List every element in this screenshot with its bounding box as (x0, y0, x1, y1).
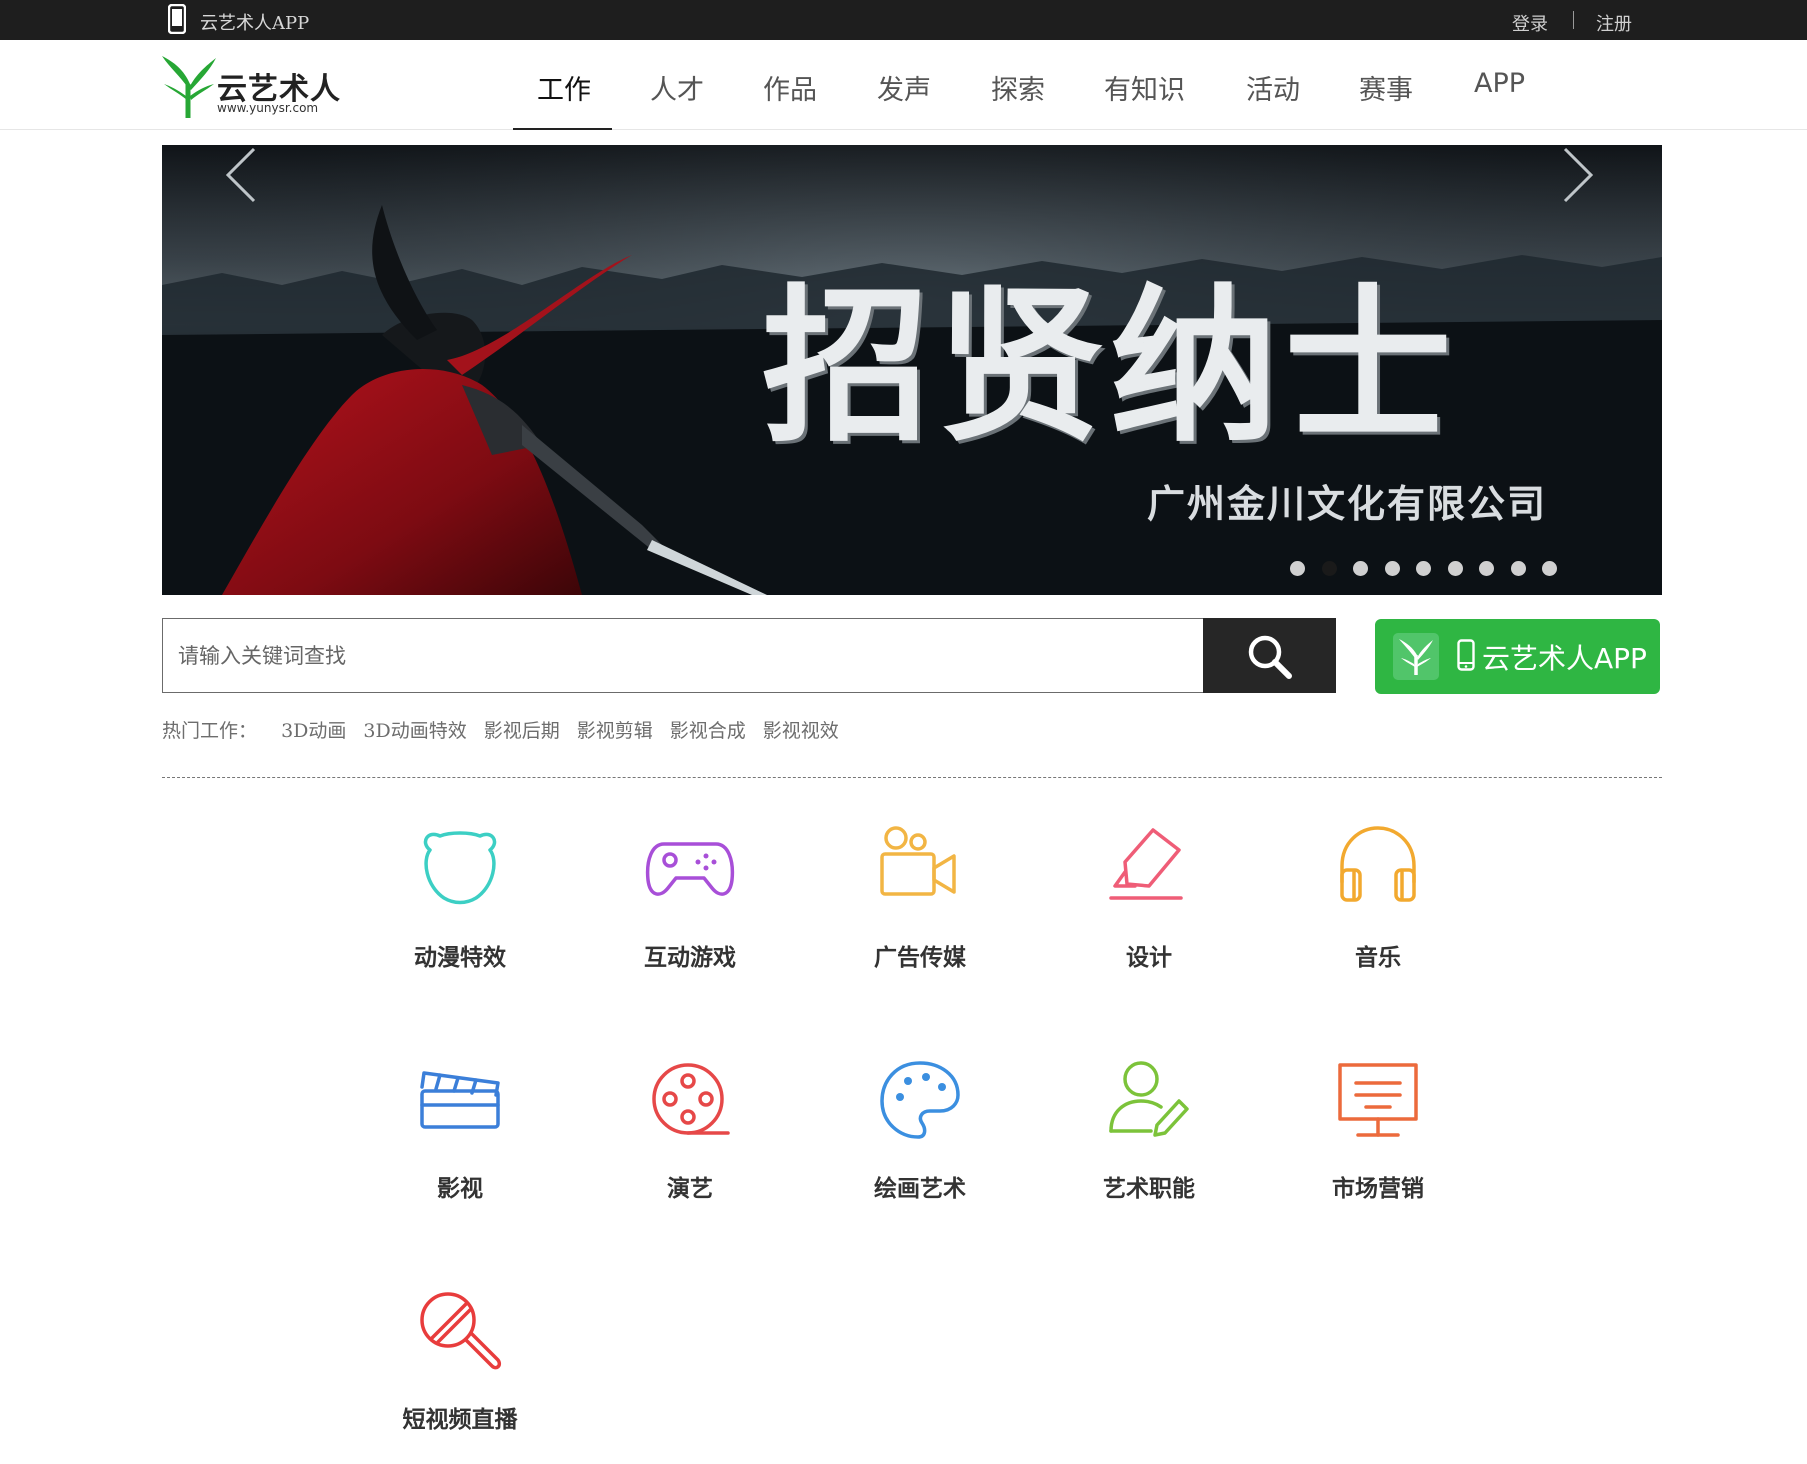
banner-dot[interactable] (1510, 561, 1526, 576)
hot-job-tag[interactable]: 3D动画 (281, 720, 346, 742)
search-box (162, 618, 1204, 693)
category-label: 互动游戏 (644, 945, 736, 971)
category-label: 演艺 (667, 1176, 713, 1202)
nav-item-4[interactable]: 发声 (877, 68, 931, 107)
category-label: 音乐 (1355, 945, 1401, 971)
nav-item-1[interactable]: 工作 (537, 68, 591, 107)
video-camera-icon (880, 826, 956, 896)
category-item[interactable]: 艺术职能 (1049, 1051, 1249, 1231)
mobile-phone-icon (168, 4, 186, 34)
category-item[interactable]: 设计 (1049, 820, 1249, 1000)
app-button-label: 云艺术人APP (1482, 642, 1647, 675)
banner-title: 招贤纳士 (762, 267, 1458, 465)
bear-face-icon (423, 831, 497, 905)
category-label: 动漫特效 (414, 945, 506, 971)
nav-item-9[interactable]: APP (1474, 68, 1525, 99)
user-edit-icon (1109, 1061, 1189, 1137)
category-label: 绘画艺术 (874, 1176, 966, 1202)
section-divider (162, 777, 1662, 778)
nav-item-5[interactable]: 探索 (991, 68, 1045, 107)
app-download-button[interactable]: 云艺术人APP (1375, 619, 1660, 694)
app-logo-icon (1393, 633, 1439, 680)
nav-item-8[interactable]: 赛事 (1359, 68, 1413, 107)
hot-job-tag[interactable]: 影视剪辑 (577, 720, 653, 742)
hot-job-tag[interactable]: 3D动画特效 (363, 720, 466, 742)
topbar-divider (1573, 11, 1574, 29)
film-reel-icon (652, 1063, 730, 1135)
banner-prev-arrow-icon[interactable] (222, 145, 262, 205)
nav-item-7[interactable]: 活动 (1246, 68, 1300, 107)
palette-icon (880, 1061, 960, 1139)
nav-item-6[interactable]: 有知识 (1104, 68, 1185, 107)
clapperboard-icon (420, 1071, 500, 1129)
banner-dot[interactable] (1384, 561, 1400, 576)
banner-dot[interactable] (1416, 561, 1431, 576)
mobile-phone-icon (1457, 639, 1475, 671)
logo-sprout-icon (162, 56, 216, 118)
category-label: 短视频直播 (402, 1407, 518, 1433)
nav-item-3[interactable]: 作品 (763, 68, 817, 107)
highlighter-icon (1109, 828, 1183, 900)
top-bar: 云艺术人APP 登录 注册 (0, 0, 1807, 40)
category-item[interactable]: 影视 (360, 1051, 560, 1231)
site-header: 云艺术人 www.yunysr.com 工作 人才 作品 发声 探索 有知识 活动 赛事 APP (0, 40, 1807, 130)
logo-url: www.yunysr.com (217, 101, 319, 115)
banner-dot[interactable] (1447, 561, 1463, 576)
monitor-icon (1338, 1063, 1418, 1137)
microphone-icon (420, 1292, 502, 1370)
banner-dot[interactable] (1353, 561, 1368, 576)
app-download-link[interactable]: 云艺术人APP (200, 9, 309, 35)
category-item[interactable]: 动漫特效 (360, 820, 560, 1000)
banner-dot[interactable] (1479, 561, 1494, 576)
banner-dot[interactable] (1542, 561, 1557, 576)
gamepad-icon (645, 842, 735, 896)
banner-company: 广州金川文化有限公司 (1147, 481, 1548, 526)
login-link[interactable]: 登录 (1512, 10, 1548, 36)
nav-item-2[interactable]: 人才 (650, 68, 704, 107)
hero-banner[interactable]: 招贤纳士 广州金川文化有限公司 (162, 145, 1662, 595)
search-icon (1248, 635, 1292, 679)
hot-job-tag[interactable]: 影视视效 (763, 720, 839, 742)
hot-job-tag[interactable]: 影视后期 (484, 720, 560, 742)
register-link[interactable]: 注册 (1596, 10, 1632, 36)
site-logo[interactable]: 云艺术人 www.yunysr.com (162, 54, 342, 120)
hot-jobs-label: 热门工作： (162, 720, 258, 742)
category-item[interactable]: 互动游戏 (590, 820, 790, 1000)
hot-job-tag[interactable]: 影视合成 (670, 720, 746, 742)
nav-active-underline (513, 128, 612, 130)
category-item[interactable]: 广告传媒 (820, 820, 1020, 1000)
search-button[interactable] (1203, 618, 1336, 693)
category-item[interactable]: 音乐 (1278, 820, 1478, 1000)
category-label: 市场营销 (1332, 1176, 1424, 1202)
category-label: 设计 (1126, 945, 1172, 971)
headphones-icon (1340, 826, 1416, 902)
category-label: 广告传媒 (874, 945, 966, 971)
category-item[interactable]: 短视频直播 (360, 1282, 560, 1462)
banner-next-arrow-icon[interactable] (1557, 145, 1597, 205)
category-label: 艺术职能 (1103, 1176, 1195, 1202)
search-input[interactable] (163, 619, 1203, 692)
category-item[interactable]: 演艺 (590, 1051, 790, 1231)
hot-jobs: 热门工作： 3D动画 3D动画特效 影视后期 影视剪辑 影视合成 影视视效 (162, 716, 856, 743)
category-item[interactable]: 市场营销 (1278, 1051, 1478, 1231)
banner-dot[interactable] (1290, 561, 1305, 576)
category-label: 影视 (437, 1176, 483, 1202)
banner-dot[interactable] (1321, 561, 1337, 576)
category-item[interactable]: 绘画艺术 (820, 1051, 1020, 1231)
